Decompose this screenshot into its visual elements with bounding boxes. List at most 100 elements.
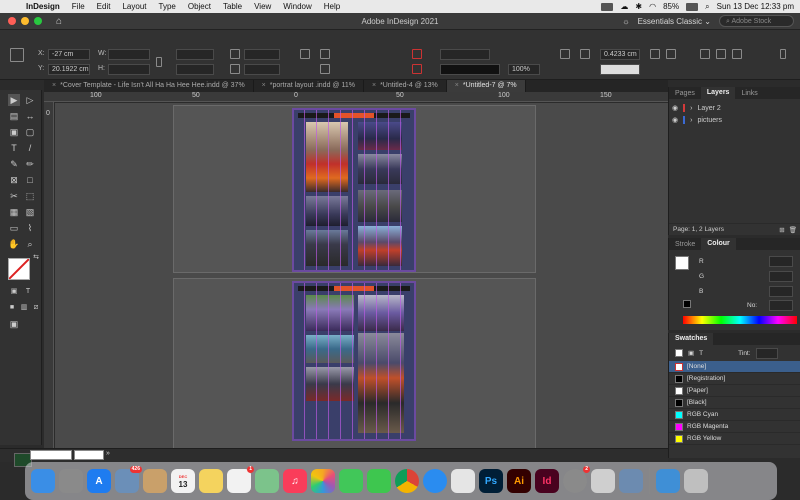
calendar-icon[interactable]: DEC 13	[171, 469, 195, 493]
align-right-icon[interactable]	[732, 49, 742, 59]
menu-help[interactable]: Help	[318, 2, 346, 11]
menu-object[interactable]: Object	[182, 2, 217, 11]
zoom-tool-icon[interactable]: ⌕	[24, 238, 36, 250]
expand-icon[interactable]: »	[106, 450, 110, 457]
vertical-ruler[interactable]: 0	[44, 102, 54, 454]
messages-icon[interactable]	[339, 469, 363, 493]
expand-arrow-icon[interactable]: ›	[690, 105, 692, 112]
scissors-tool-icon[interactable]: ✂	[8, 190, 20, 202]
x-field[interactable]: -27 cm	[48, 49, 90, 60]
zoom-window-icon[interactable]	[34, 17, 42, 25]
fit-content-icon[interactable]	[666, 49, 676, 59]
pasteboard[interactable]	[55, 103, 668, 453]
status-app-icon[interactable]	[601, 2, 614, 11]
workspace-switcher[interactable]: Essentials Classic ⌄	[638, 17, 711, 26]
creative-cloud-icon[interactable]: ☁	[620, 2, 628, 11]
tab-pages[interactable]: Pages	[669, 90, 701, 97]
tab-swatches[interactable]: Swatches	[669, 333, 714, 345]
colour-spectrum[interactable]	[683, 316, 797, 324]
direct-selection-tool-icon[interactable]: ▷	[24, 94, 36, 106]
photo-frame[interactable]	[306, 196, 348, 226]
swatch-row[interactable]: [Registration]	[669, 373, 800, 385]
close-tab-icon[interactable]: ×	[52, 80, 56, 92]
fill-stroke-proxy[interactable]	[675, 256, 689, 270]
gradient-tool-icon[interactable]: ▦	[8, 206, 20, 218]
gradient-feather-icon[interactable]: ▧	[24, 206, 36, 218]
photos-icon[interactable]	[311, 469, 335, 493]
formatting-container-icon[interactable]: ▣	[688, 349, 694, 357]
indesign-icon[interactable]: Id	[535, 469, 559, 493]
fill-stroke-proxy[interactable]	[8, 258, 30, 280]
tab-colour[interactable]: Colour	[701, 238, 736, 250]
align-center-icon[interactable]	[716, 49, 726, 59]
free-transform-tool-icon[interactable]: ⬚	[24, 190, 36, 202]
tab-stroke[interactable]: Stroke	[669, 241, 701, 248]
layer-row[interactable]: ◉ › Layer 2	[669, 102, 800, 114]
effects-icon[interactable]	[560, 49, 570, 59]
close-window-icon[interactable]	[8, 17, 16, 25]
system-preferences-icon[interactable]: 2	[563, 466, 590, 493]
tab-links[interactable]: Links	[735, 90, 763, 97]
fill-stroke-proxy[interactable]	[675, 349, 683, 357]
photo-frame[interactable]	[306, 295, 354, 331]
formatting-text-icon[interactable]: T	[699, 350, 703, 357]
new-layer-icon[interactable]: ⊞	[779, 226, 784, 234]
horizontal-ruler[interactable]: 100 50 0 50 100 150	[44, 92, 668, 102]
type-tool-icon[interactable]: T	[8, 142, 20, 154]
close-tab-icon[interactable]: ×	[455, 80, 459, 92]
align-left-icon[interactable]	[700, 49, 710, 59]
preflight-swatch-2[interactable]	[74, 450, 104, 460]
facetime-icon[interactable]	[367, 469, 391, 493]
music-icon[interactable]: ♫	[283, 469, 307, 493]
tab-cover-template[interactable]: × *Cover Template - Life Isn't All Ha Ha …	[44, 80, 254, 92]
chrome-icon[interactable]	[395, 469, 419, 493]
rotate-icon[interactable]	[230, 49, 240, 59]
w-field[interactable]	[108, 49, 150, 60]
apply-color-icon[interactable]: ■	[6, 302, 18, 314]
hand-tool-icon[interactable]: ✋	[8, 238, 20, 250]
bluetooth-icon[interactable]: ✱	[635, 2, 642, 11]
scale-x-field[interactable]	[176, 49, 214, 60]
app-store-icon[interactable]: A	[87, 469, 111, 493]
fill-swatch-icon[interactable]	[412, 49, 422, 59]
preview-icon[interactable]: 426	[115, 466, 142, 493]
contacts-icon[interactable]	[143, 469, 167, 493]
close-tab-icon[interactable]: ×	[372, 80, 376, 92]
tab-portrait-layout[interactable]: × *portrat layout .indd @ 11%	[254, 80, 364, 92]
swatch-row[interactable]: [None]	[669, 361, 800, 373]
preview-2-icon[interactable]	[591, 469, 615, 493]
text-wrap-icon[interactable]	[580, 49, 590, 59]
safari-icon[interactable]	[423, 469, 447, 493]
h-field[interactable]	[108, 64, 150, 75]
rotate-field[interactable]	[244, 49, 280, 60]
expand-arrow-icon[interactable]: ›	[690, 117, 692, 124]
swap-fill-stroke-icon[interactable]: ⇆	[30, 252, 42, 264]
stroke-style-field[interactable]	[440, 49, 490, 60]
swatch-row[interactable]: RGB Yellow	[669, 433, 800, 445]
select-content-icon[interactable]	[320, 64, 330, 74]
page-tool-icon[interactable]: ▤	[8, 110, 20, 122]
stroke-swatch-icon[interactable]	[412, 64, 422, 74]
photo-frame[interactable]	[306, 335, 354, 363]
menu-view[interactable]: View	[248, 2, 277, 11]
illustrator-icon[interactable]: Ai	[507, 469, 531, 493]
tab-layers[interactable]: Layers	[700, 87, 736, 99]
pen-tool-icon[interactable]: ✎	[8, 158, 20, 170]
launchpad-icon[interactable]	[59, 469, 83, 493]
menu-file[interactable]: File	[66, 2, 91, 11]
photo-viewer-icon[interactable]	[619, 469, 643, 493]
eyedropper-tool-icon[interactable]: ⌇	[24, 222, 36, 234]
gap-tool-icon[interactable]: ↔	[24, 110, 36, 122]
tab-untitled-4[interactable]: × *Untitled-4 @ 13%	[364, 80, 447, 92]
note-tool-icon[interactable]: ▭	[8, 222, 20, 234]
panel-menu-icon[interactable]	[780, 49, 786, 59]
channel-r-field[interactable]	[769, 256, 793, 267]
reference-point-icon[interactable]	[10, 48, 24, 62]
flip-icon[interactable]	[300, 49, 310, 59]
page-1[interactable]	[292, 108, 416, 272]
line-tool-icon[interactable]: /	[24, 142, 36, 154]
battery-percent[interactable]: 85%	[663, 2, 679, 11]
apply-gradient-icon[interactable]: ▥	[18, 302, 30, 314]
content-placer-icon[interactable]: ▢	[24, 126, 36, 138]
formatting-container-icon[interactable]: ▣	[8, 286, 20, 298]
